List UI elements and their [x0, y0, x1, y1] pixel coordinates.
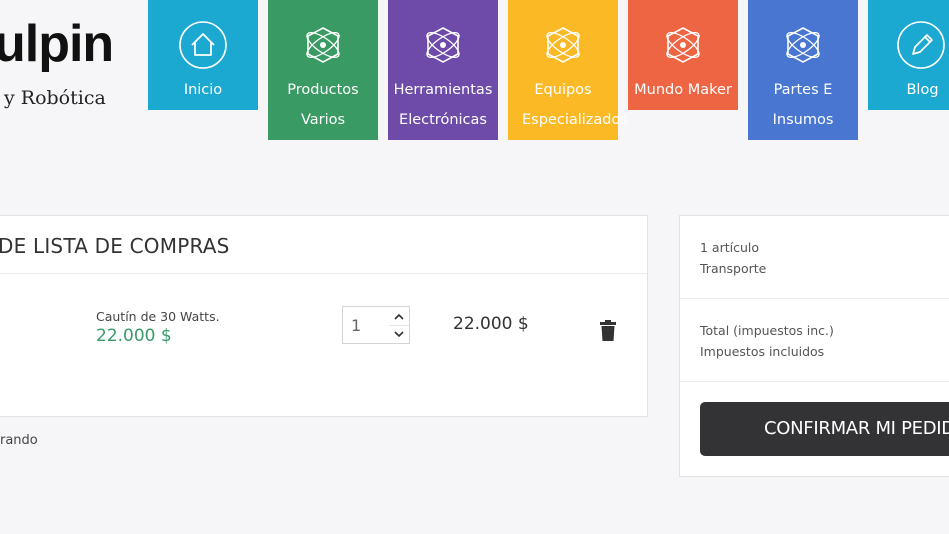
summary-shipping: Transporte — [700, 261, 767, 276]
nav-label: Partes E Insumos — [772, 82, 834, 128]
divider — [0, 273, 647, 274]
atom-hex-icon — [666, 27, 700, 63]
product-price: 22.000 $ — [96, 326, 172, 346]
quantity-stepper — [342, 306, 410, 344]
confirm-order-button[interactable]: CONFIRMAR MI PEDIDO — [700, 402, 949, 456]
chevron-down-icon — [394, 330, 404, 337]
nav-tile-blog[interactable]: Blog — [868, 0, 949, 110]
nav-tile-partes-e-insumos[interactable]: Partes E Insumos — [748, 0, 858, 140]
nav-tile-equipos-especializados[interactable]: Equipos Especializados — [508, 0, 628, 140]
atom-hex-icon — [426, 27, 460, 63]
atom-hex-icon — [786, 27, 820, 63]
cart-title: DE LISTA DE COMPRAS — [0, 234, 230, 258]
atom-hex-icon — [306, 27, 340, 63]
summary-articles: 1 artículo — [700, 240, 760, 255]
order-summary-panel: 1 artículo Transporte Total (impuestos i… — [679, 215, 949, 477]
trash-icon[interactable] — [599, 320, 617, 342]
nav-label: Herramientas Electrónicas — [393, 82, 493, 128]
nav-label: Equipos Especializados — [522, 82, 628, 128]
chevron-up-icon — [394, 313, 404, 320]
logo-tagline: y Robótica — [4, 87, 106, 109]
pencil-icon — [897, 21, 945, 69]
atom-hex-icon — [546, 27, 580, 63]
cart-panel: DE LISTA DE COMPRAS Cautín de 30 Watts. … — [0, 215, 648, 417]
quantity-input[interactable] — [343, 307, 389, 343]
summary-total: Total (impuestos inc.) — [700, 323, 834, 338]
nav-tile-productos-varios[interactable]: Productos Varios — [268, 0, 378, 140]
store-logo[interactable]: ulpin y Robótica — [0, 0, 140, 125]
line-total: 22.000 $ — [453, 314, 529, 334]
quantity-increase-button[interactable] — [389, 307, 409, 326]
summary-taxes: Impuestos incluidos — [700, 344, 825, 359]
product-name[interactable]: Cautín de 30 Watts. — [96, 309, 220, 324]
home-icon — [179, 21, 227, 69]
nav-label: Mundo Maker — [634, 82, 732, 98]
nav-label: Blog — [906, 82, 939, 98]
divider — [680, 381, 949, 382]
nav-label: Inicio — [183, 82, 223, 98]
nav-label: Productos Varios — [287, 82, 359, 128]
nav-tile-inicio[interactable]: Inicio — [148, 0, 258, 110]
nav-tile-mundo-maker[interactable]: Mundo Maker — [628, 0, 738, 110]
nav-tile-herramientas-electronicas[interactable]: Herramientas Electrónicas — [388, 0, 498, 140]
logo-wordmark: ulpin — [0, 15, 114, 73]
quantity-decrease-button[interactable] — [389, 325, 409, 343]
continue-shopping-link[interactable]: rando — [0, 433, 38, 448]
divider — [680, 298, 949, 299]
